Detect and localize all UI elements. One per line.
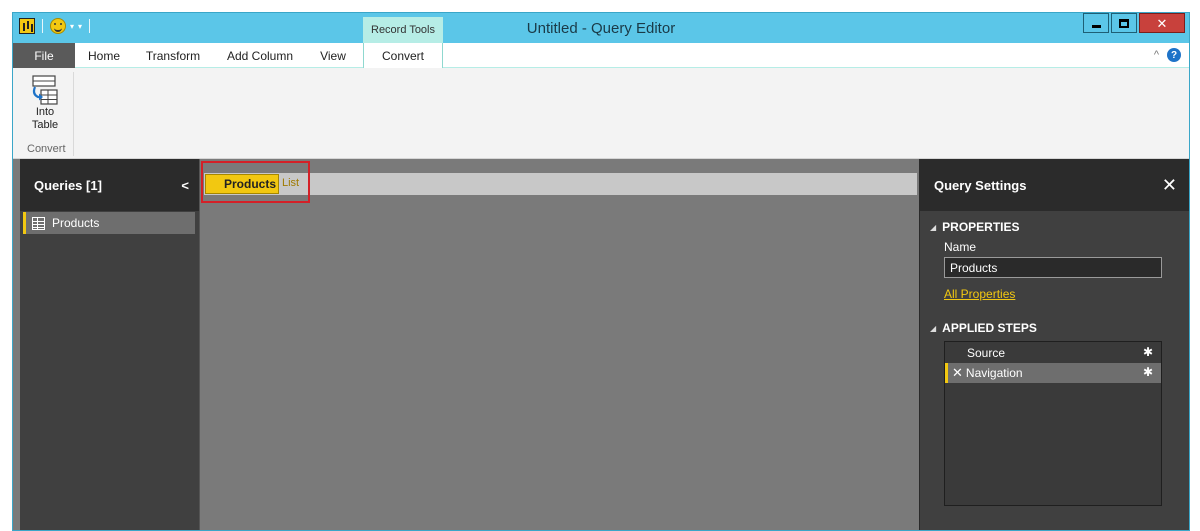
title-bar: ▾ ▾ Record Tools Untitled - Query Editor…	[13, 13, 1189, 43]
queries-pane: Queries [1] < Products	[20, 159, 199, 530]
breadcrumb: Products List	[204, 173, 917, 195]
quick-access-toolbar: ▾ ▾	[19, 18, 93, 34]
queries-pane-title: Queries [1]	[34, 177, 102, 193]
power-bi-app-icon[interactable]	[19, 18, 35, 34]
qat-separator	[89, 19, 91, 33]
close-icon[interactable]: ✕	[1162, 176, 1177, 194]
ribbon: Into Table Convert	[13, 68, 1189, 159]
maximize-button[interactable]	[1111, 13, 1137, 33]
step-navigation[interactable]: ✕ Navigation ✱	[945, 363, 1161, 383]
applied-steps-heading: APPLIED STEPS	[942, 321, 1037, 335]
gear-icon[interactable]: ✱	[1143, 365, 1153, 379]
query-item-products[interactable]: Products	[23, 212, 195, 234]
query-item-label: Products	[52, 216, 100, 230]
tab-convert[interactable]: Convert	[363, 43, 443, 69]
query-settings-title: Query Settings	[934, 177, 1027, 193]
close-icon: ✕	[1156, 15, 1168, 31]
help-icon[interactable]: ?	[1167, 48, 1181, 62]
collapse-triangle-icon: ◢	[930, 222, 937, 232]
step-label: Navigation	[965, 366, 1023, 380]
into-table-label: Into Table	[31, 106, 59, 131]
query-settings-header: Query Settings ✕	[920, 159, 1189, 211]
name-label: Name	[944, 240, 977, 254]
tab-view[interactable]: View	[311, 43, 355, 68]
applied-steps-section-title[interactable]: ◢ APPLIED STEPS	[930, 321, 1037, 335]
tab-add-column[interactable]: Add Column	[219, 43, 301, 68]
collapse-ribbon-icon[interactable]: ^	[1154, 49, 1159, 61]
smiley-feedback-icon[interactable]	[50, 18, 66, 34]
query-name-input[interactable]	[944, 257, 1162, 278]
close-button[interactable]: ✕	[1139, 13, 1185, 33]
into-table-icon	[32, 75, 58, 105]
queries-pane-header: Queries [1] <	[20, 159, 199, 211]
chevron-down-icon[interactable]: ▾	[70, 22, 74, 31]
minimize-icon	[1091, 24, 1101, 28]
customize-qat-icon[interactable]: ▾	[78, 22, 82, 31]
tab-file[interactable]: File	[13, 43, 75, 68]
main-area: Queries [1] < Products Products List Que…	[13, 159, 1189, 530]
tab-transform[interactable]: Transform	[137, 43, 209, 68]
maximize-icon	[1119, 18, 1129, 28]
properties-heading: PROPERTIES	[942, 220, 1020, 234]
ribbon-group-separator	[73, 72, 74, 156]
data-preview-area: Products List	[199, 159, 919, 530]
window-title: Untitled - Query Editor	[526, 20, 676, 37]
red-highlight-box	[201, 161, 310, 203]
contextual-tab-group-record-tools: Record Tools	[363, 17, 443, 43]
applied-steps-list: Source ✱ ✕ Navigation ✱	[944, 341, 1162, 506]
window-controls: ✕	[1083, 13, 1185, 33]
table-icon	[32, 216, 45, 230]
ribbon-group-convert-label: Convert	[27, 143, 66, 155]
all-properties-link[interactable]: All Properties	[944, 287, 1015, 301]
delete-step-icon[interactable]: ✕	[952, 365, 963, 381]
into-table-button[interactable]: Into Table	[19, 74, 71, 142]
minimize-button[interactable]	[1083, 13, 1109, 33]
ribbon-right-controls: ^ ?	[1154, 48, 1181, 62]
gear-icon[interactable]: ✱	[1143, 345, 1153, 359]
properties-section-title[interactable]: ◢ PROPERTIES	[930, 220, 1020, 234]
query-editor-window: ▾ ▾ Record Tools Untitled - Query Editor…	[12, 12, 1190, 531]
collapse-triangle-icon: ◢	[930, 323, 937, 333]
qat-separator	[42, 19, 43, 33]
step-source[interactable]: Source ✱	[945, 343, 1161, 363]
tab-home[interactable]: Home	[79, 43, 129, 68]
chevron-left-icon[interactable]: <	[181, 178, 189, 193]
step-label: Source	[967, 346, 1006, 360]
ribbon-tabs: File Home Transform Add Column View Conv…	[13, 43, 1189, 69]
query-settings-pane: Query Settings ✕ ◢ PROPERTIES Name All P…	[919, 159, 1189, 530]
